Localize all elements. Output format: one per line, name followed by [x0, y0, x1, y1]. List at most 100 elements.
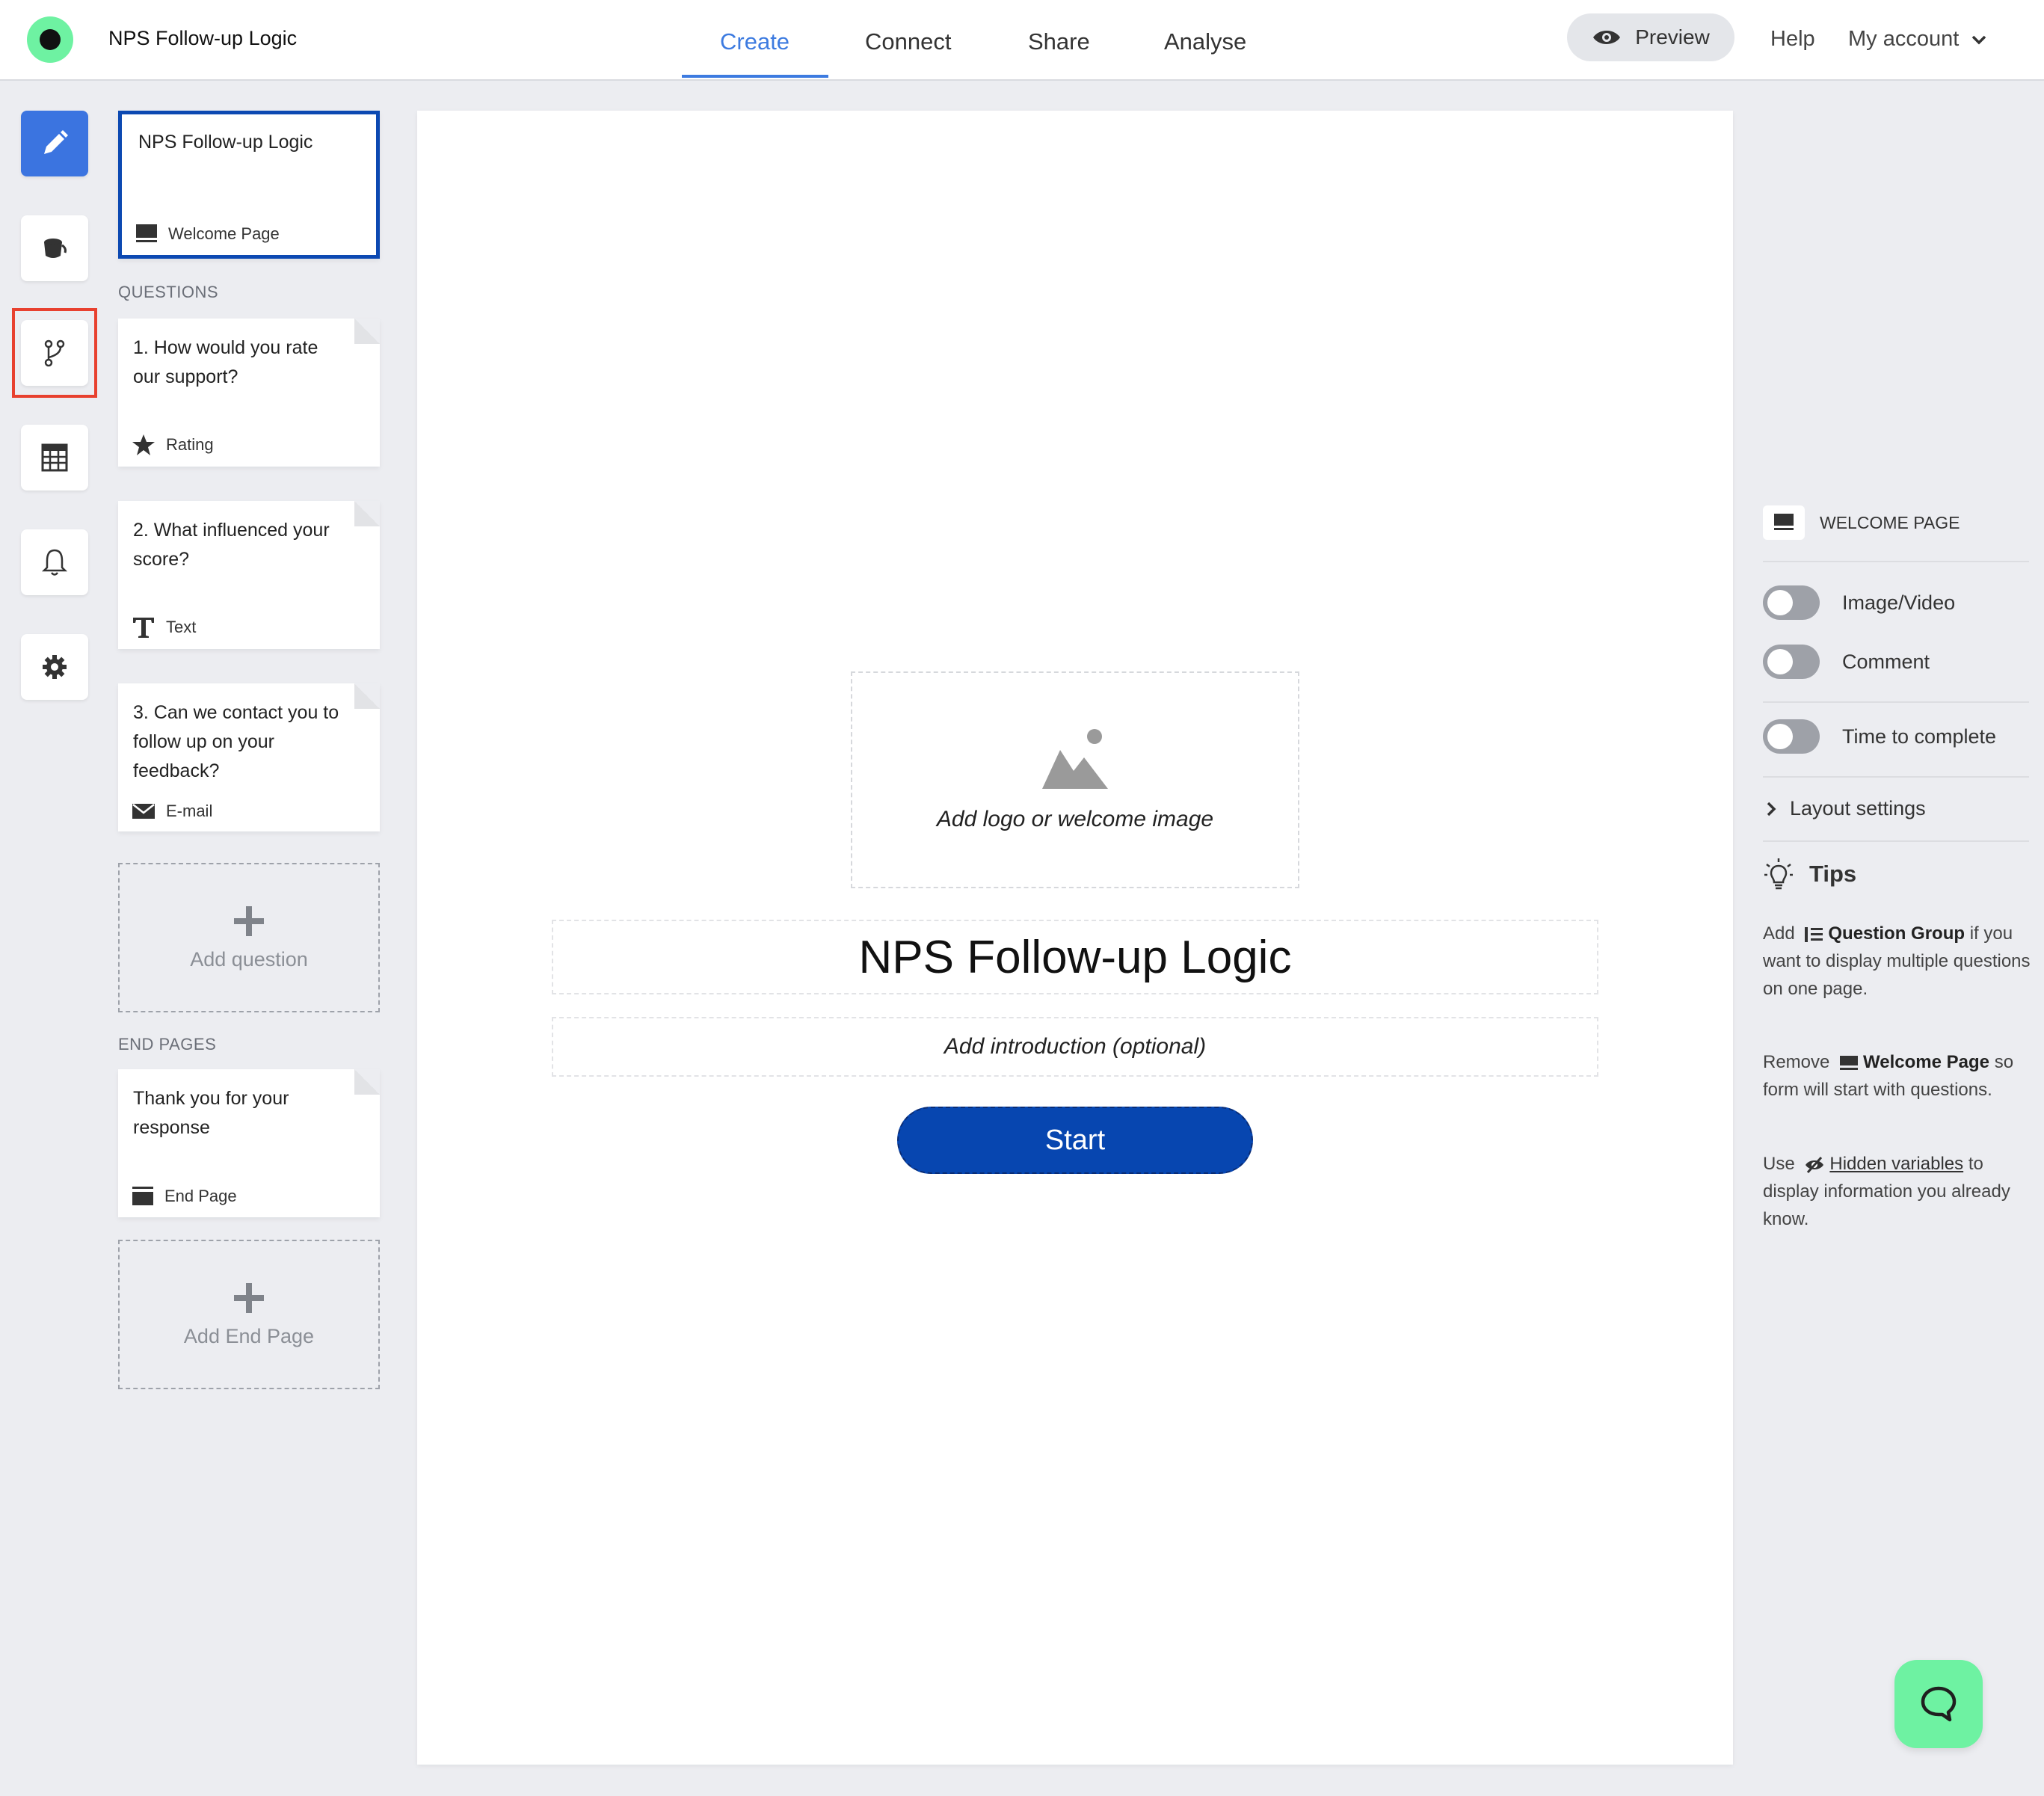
layout-settings-label: Layout settings	[1790, 797, 1926, 819]
text-type-icon	[133, 618, 154, 638]
toggle-comment[interactable]: Comment	[1763, 645, 1930, 679]
toggle-label: Image/Video	[1842, 591, 1956, 614]
end-page-icon	[132, 1187, 153, 1205]
layout-settings-toggle[interactable]: Layout settings	[1766, 797, 1926, 820]
bell-icon	[41, 549, 68, 576]
eye-icon	[1593, 31, 1621, 44]
question-card-2[interactable]: 2. What influenced your score? Text	[118, 501, 380, 649]
app-logo[interactable]	[27, 16, 73, 63]
question-card-3[interactable]: 3. Can we contact you to follow up on yo…	[118, 683, 380, 831]
pencil-icon	[44, 130, 68, 154]
toggle-switch[interactable]	[1763, 645, 1820, 679]
divider	[1763, 561, 2029, 562]
paint-bucket-icon	[44, 239, 67, 258]
plus-icon	[234, 1282, 264, 1313]
lightbulb-icon	[1764, 858, 1793, 890]
end-page-text: Thank you for your response	[133, 1088, 289, 1138]
welcome-page-icon	[1763, 505, 1805, 540]
add-end-page-label: Add End Page	[183, 1324, 315, 1347]
tip-text: Remove	[1763, 1052, 1830, 1072]
chat-bubble-icon	[1921, 1686, 1957, 1722]
chevron-right-icon	[1767, 802, 1776, 816]
settings-heading-label: WELCOME PAGE	[1820, 512, 1960, 532]
settings-heading: WELCOME PAGE	[1763, 505, 1960, 540]
card-fold	[354, 319, 380, 344]
welcome-page-icon	[1840, 1055, 1859, 1070]
tab-connect[interactable]: Connect	[865, 28, 951, 55]
tip-bold: Question Group	[1828, 923, 1965, 944]
welcome-card-title: NPS Follow-up Logic	[138, 132, 313, 153]
question-type: E-mail	[132, 802, 212, 821]
image-placeholder-label: Add logo or welcome image	[936, 807, 1214, 831]
chat-support-button[interactable]	[1894, 1660, 1983, 1748]
tab-create[interactable]: Create	[720, 28, 789, 55]
welcome-title-field[interactable]: NPS Follow-up Logic	[552, 920, 1598, 994]
start-button[interactable]: Start	[897, 1107, 1253, 1174]
calculator-icon	[41, 443, 68, 472]
welcome-card-type-label: Welcome Page	[168, 224, 280, 243]
divider	[1763, 840, 2029, 842]
end-page-type: End Page	[132, 1186, 237, 1207]
question-group-icon	[1805, 926, 1823, 942]
active-tab-indicator	[682, 75, 828, 78]
welcome-card-type: Welcome Page	[135, 224, 280, 245]
tip-question-group: Add Question Group if you want to displa…	[1763, 920, 2034, 1003]
end-pages-heading: END PAGES	[118, 1035, 217, 1054]
question-text: 2. What influenced your score?	[133, 520, 330, 570]
star-icon	[132, 434, 155, 455]
tab-analyse[interactable]: Analyse	[1164, 28, 1246, 55]
welcome-page-card[interactable]: NPS Follow-up Logic Welcome Page	[118, 111, 380, 259]
welcome-image-dropzone[interactable]: Add logo or welcome image	[851, 671, 1299, 888]
question-card-1[interactable]: 1. How would you rate our support? Ratin…	[118, 319, 380, 467]
eye-slash-icon	[1806, 1156, 1824, 1173]
plus-icon	[234, 905, 264, 936]
card-fold	[354, 501, 380, 526]
toggle-image-video[interactable]: Image/Video	[1763, 585, 1955, 620]
rail-design-button[interactable]	[21, 215, 88, 281]
divider	[1763, 701, 2029, 703]
add-question-label: Add question	[190, 947, 308, 971]
tips-heading: Tips	[1763, 857, 1856, 891]
question-type: Rating	[132, 434, 214, 456]
rail-create-button[interactable]	[21, 111, 88, 176]
question-type: Text	[132, 616, 196, 639]
hidden-variables-link[interactable]: Hidden variables	[1829, 1154, 1963, 1174]
rail-settings-button[interactable]	[21, 634, 88, 700]
question-text: 3. Can we contact you to follow up on yo…	[133, 702, 339, 781]
question-type-label: Text	[166, 618, 197, 636]
rail-calculator-button[interactable]	[21, 425, 88, 490]
card-fold	[354, 683, 380, 709]
preview-button[interactable]: Preview	[1567, 13, 1734, 61]
questions-heading: QUESTIONS	[118, 283, 219, 301]
tip-welcome-page: Remove Welcome Page so form will start w…	[1763, 1048, 2034, 1104]
rail-notifications-button[interactable]	[21, 529, 88, 595]
preview-label: Preview	[1635, 25, 1710, 49]
divider	[1763, 776, 2029, 778]
my-account-label: My account	[1848, 27, 1960, 51]
logic-highlight-box	[12, 308, 97, 398]
toggle-switch[interactable]	[1763, 585, 1820, 620]
toggle-label: Time to complete	[1842, 725, 1997, 748]
question-type-label: E-mail	[166, 802, 213, 820]
image-placeholder-icon	[1042, 729, 1108, 789]
form-title[interactable]: NPS Follow-up Logic	[108, 27, 297, 50]
add-end-page-button[interactable]: Add End Page	[118, 1240, 380, 1389]
top-bar: NPS Follow-up Logic Create Connect Share…	[0, 0, 2044, 81]
toggle-time-to-complete[interactable]: Time to complete	[1763, 719, 1996, 754]
question-type-label: Rating	[166, 435, 214, 454]
end-page-type-label: End Page	[164, 1187, 237, 1205]
end-page-card-1[interactable]: Thank you for your response End Page	[118, 1069, 380, 1217]
welcome-page-icon	[136, 224, 157, 242]
add-question-button[interactable]: Add question	[118, 863, 380, 1012]
tab-share[interactable]: Share	[1028, 28, 1090, 55]
card-fold	[354, 1069, 380, 1095]
welcome-intro-field[interactable]: Add introduction (optional)	[552, 1017, 1598, 1077]
toggle-label: Comment	[1842, 650, 1930, 673]
chevron-down-icon	[1972, 35, 1986, 44]
tips-heading-label: Tips	[1809, 861, 1857, 887]
help-link[interactable]: Help	[1770, 27, 1815, 52]
tip-hidden-variables: Use Hidden variables to display informat…	[1763, 1150, 2034, 1233]
toggle-switch[interactable]	[1763, 719, 1820, 754]
my-account-menu[interactable]: My account	[1848, 27, 1987, 52]
question-text: 1. How would you rate our support?	[133, 337, 318, 387]
